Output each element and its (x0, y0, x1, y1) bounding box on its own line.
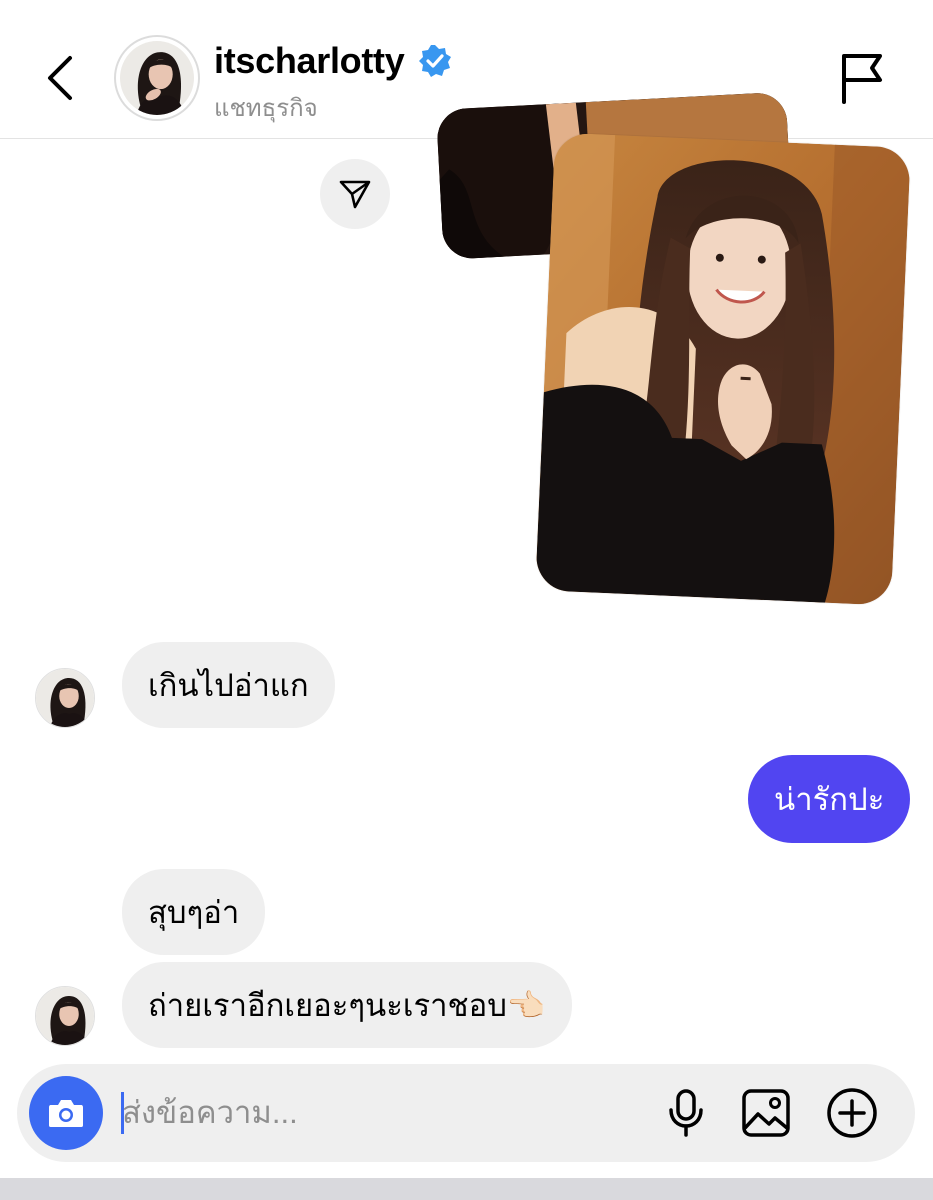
share-button[interactable] (320, 159, 390, 229)
sender-avatar[interactable] (35, 668, 95, 728)
gallery-button[interactable] (739, 1086, 793, 1140)
microphone-icon (669, 1089, 703, 1137)
message-bubble-incoming[interactable]: เกินไปอ่าแก (122, 642, 335, 728)
camera-icon (49, 1100, 83, 1127)
chat-subtitle: แชทธุรกิจ (214, 95, 318, 122)
chevron-left-icon (48, 56, 72, 100)
message-bubble-incoming[interactable]: ถ่ายเราอีกเยอะๆนะเราชอบ👈🏻 (122, 962, 572, 1048)
verified-badge-icon (419, 45, 451, 77)
more-options-button[interactable] (825, 1086, 879, 1140)
profile-avatar[interactable] (114, 35, 200, 121)
message-input[interactable] (122, 1090, 642, 1136)
message-bubble-outgoing[interactable]: น่ารักปะ (748, 755, 911, 843)
profile-photo (120, 41, 194, 115)
plus-circle-icon (827, 1088, 877, 1138)
sender-avatar[interactable] (35, 986, 95, 1046)
message-composer (17, 1064, 915, 1162)
back-button[interactable] (38, 52, 82, 104)
shared-photo-front[interactable] (535, 132, 911, 606)
flag-icon (842, 54, 882, 104)
chat-username[interactable]: itscharlotty (214, 40, 405, 82)
bottom-bar (0, 1178, 933, 1200)
voice-message-button[interactable] (659, 1086, 713, 1140)
report-button[interactable] (836, 50, 888, 106)
camera-button[interactable] (29, 1076, 103, 1150)
paper-plane-icon (339, 180, 371, 209)
message-bubble-incoming[interactable]: สุบๆอ่า (122, 869, 266, 955)
image-icon (742, 1089, 790, 1137)
